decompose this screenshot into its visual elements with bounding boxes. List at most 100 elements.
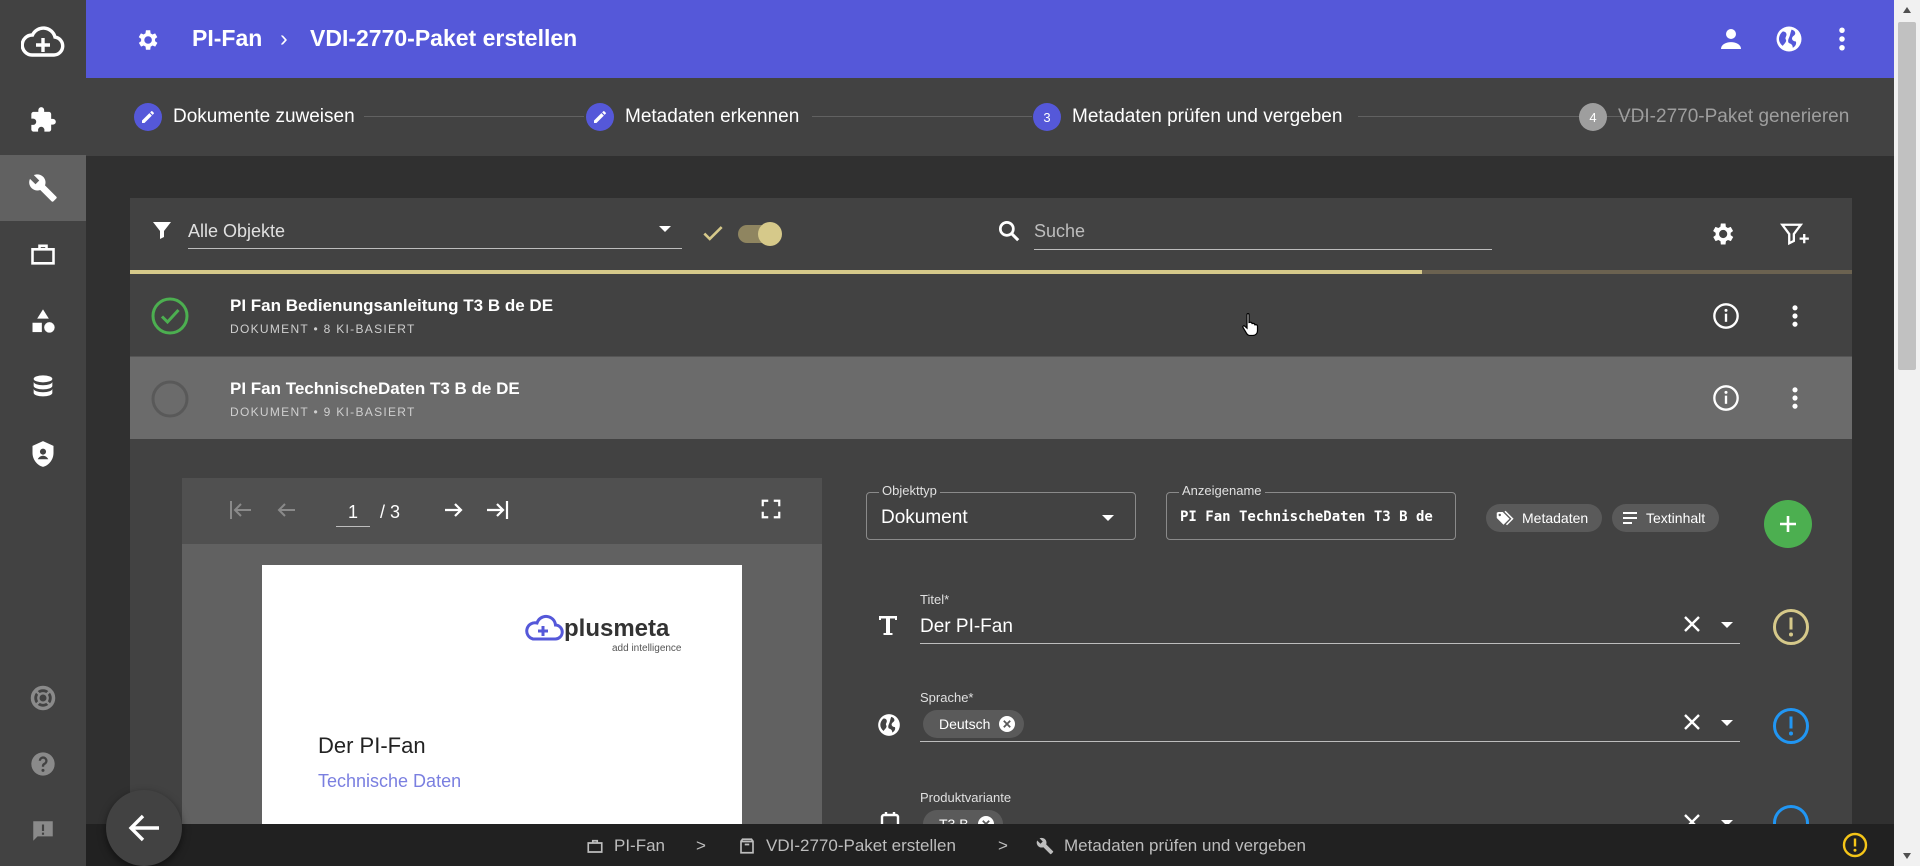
rail-projects[interactable] — [0, 221, 86, 287]
briefcase-icon — [29, 240, 57, 268]
close-icon[interactable] — [1682, 712, 1702, 732]
rail-support[interactable] — [0, 665, 86, 731]
scroll-up-icon[interactable] — [1902, 6, 1912, 14]
close-icon[interactable] — [1682, 812, 1702, 824]
close-icon[interactable] — [1682, 614, 1702, 634]
document-subtitle: DOKUMENT • 8 KI-BASIERT — [230, 322, 416, 336]
search-placeholder: Suche — [1034, 221, 1086, 241]
anzeigename-field[interactable]: Anzeigename PI Fan TechnischeDaten T3 B … — [1166, 483, 1456, 540]
rail-tools[interactable] — [0, 155, 86, 221]
step-paket-generieren[interactable]: 4 VDI-2770-Paket generieren — [1579, 102, 1849, 132]
step-label: Dokumente zuweisen — [173, 106, 355, 127]
warning-icon[interactable] — [1842, 832, 1868, 858]
component-icon — [878, 810, 902, 824]
document-title: PI Fan Bedienungsanleitung T3 B de DE — [230, 296, 554, 315]
title-icon — [878, 614, 898, 636]
last-page-icon[interactable] — [484, 498, 510, 522]
filter-add-icon[interactable] — [1780, 220, 1810, 248]
shapes-icon — [29, 307, 57, 335]
produktvariante-field[interactable]: Produktvariante T3 B — [920, 790, 1740, 824]
sprache-underline — [920, 741, 1740, 742]
caret-down-icon[interactable] — [1720, 620, 1734, 630]
footer-crumb-label: Metadaten prüfen und vergeben — [1064, 836, 1306, 855]
search-input[interactable]: Suche — [1034, 216, 1492, 250]
caret-down-icon[interactable] — [1720, 718, 1734, 728]
footer-crumb-step[interactable]: Metadaten prüfen und vergeben — [1036, 836, 1306, 856]
step-metadaten-erkennen[interactable]: Metadaten erkennen — [586, 102, 799, 132]
first-page-icon[interactable] — [228, 498, 254, 522]
more-vert-icon[interactable] — [1833, 24, 1851, 54]
more-vert-icon[interactable] — [1788, 302, 1802, 330]
objekttyp-select[interactable]: Objekttyp Dokument — [866, 483, 1136, 540]
warning-status-icon[interactable] — [1772, 608, 1810, 646]
cursor-hand-icon — [1241, 312, 1259, 336]
footer-crumb-label: PI-Fan — [614, 836, 666, 855]
account-icon[interactable] — [1716, 24, 1746, 54]
sprache-field[interactable]: Sprache* Deutsch — [920, 690, 1740, 742]
step-connector — [812, 116, 1032, 117]
gear-icon[interactable] — [1708, 220, 1736, 248]
shield-icon — [29, 440, 57, 468]
chip-close-icon[interactable] — [998, 715, 1016, 733]
step-label: VDI-2770-Paket generieren — [1618, 106, 1850, 127]
breadcrumb-project[interactable]: PI-Fan — [192, 25, 262, 52]
fullscreen-icon[interactable] — [760, 498, 782, 520]
back-button[interactable] — [106, 790, 182, 866]
rail-feedback[interactable] — [0, 798, 86, 864]
produktvariante-chip[interactable]: T3 B — [923, 810, 1003, 824]
footer-crumb-project[interactable]: PI-Fan — [586, 836, 665, 856]
page-total: / 3 — [380, 502, 401, 522]
database-icon — [29, 373, 57, 401]
list-item[interactable]: PI Fan Bedienungsanleitung T3 B de DE DO… — [130, 274, 1852, 356]
scroll-down-icon[interactable] — [1902, 852, 1912, 860]
rail-home[interactable] — [0, 10, 86, 76]
gear-icon[interactable] — [134, 27, 160, 53]
validation-toggle[interactable] — [738, 222, 782, 246]
footer-separator: > — [998, 836, 1008, 855]
list-item[interactable]: PI Fan TechnischeDaten T3 B de DE DOKUME… — [130, 357, 1852, 439]
objekttyp-value: Dokument — [881, 507, 968, 528]
rail-security[interactable] — [0, 421, 86, 487]
next-page-icon[interactable] — [442, 498, 466, 522]
status-footer: PI-Fan > VDI-2770-Paket erstellen > Meta… — [86, 824, 1894, 866]
info-status-icon[interactable] — [1772, 707, 1810, 745]
globe-icon[interactable] — [1774, 24, 1804, 54]
info-status-icon[interactable] — [1772, 804, 1810, 824]
sprache-label: Sprache* — [920, 690, 974, 705]
prev-page-icon[interactable] — [274, 498, 298, 522]
plusmeta-logo: plusmeta add intelligence — [524, 609, 684, 654]
help-icon — [29, 750, 57, 778]
edit-icon — [134, 103, 162, 131]
metadaten-tab[interactable]: Metadaten — [1486, 504, 1603, 532]
rail-help[interactable] — [0, 731, 86, 797]
step-number: 3 — [1033, 103, 1061, 131]
rail-plugins[interactable] — [0, 87, 86, 153]
page-scrollbar[interactable] — [1894, 0, 1920, 866]
footer-crumb-package[interactable]: VDI-2770-Paket erstellen — [738, 836, 956, 856]
step-metadaten-pruefen[interactable]: 3 Metadaten prüfen und vergeben — [1033, 102, 1342, 132]
add-metadata-button[interactable] — [1764, 500, 1812, 548]
titel-field[interactable]: Titel* Der PI-Fan — [920, 592, 1740, 644]
step-label: Metadaten prüfen und vergeben — [1072, 106, 1343, 127]
more-vert-icon[interactable] — [1788, 384, 1802, 412]
package-icon — [738, 837, 756, 855]
scroll-thumb[interactable] — [1898, 22, 1916, 370]
anzeigename-value: PI Fan TechnischeDaten T3 B de — [1180, 509, 1433, 525]
rail-database[interactable] — [0, 354, 86, 420]
chip-close-icon[interactable] — [977, 815, 995, 824]
rail-classes[interactable] — [0, 288, 86, 354]
object-filter-select[interactable]: Alle Objekte — [188, 216, 682, 249]
page-title: VDI-2770-Paket erstellen — [310, 25, 578, 51]
arrow-left-icon — [127, 813, 161, 843]
upload-cloud-icon — [21, 25, 65, 61]
info-icon[interactable] — [1712, 384, 1740, 412]
page-number-input[interactable]: 1 — [336, 498, 370, 527]
textinhalt-tab[interactable]: Textinhalt — [1612, 504, 1720, 532]
objekttyp-label: Objekttyp — [879, 483, 940, 498]
lifebuoy-icon — [29, 684, 57, 712]
page-input-underline — [336, 526, 370, 527]
sprache-chip[interactable]: Deutsch — [923, 710, 1025, 738]
step-dokumente-zuweisen[interactable]: Dokumente zuweisen — [134, 102, 355, 132]
filter-underline — [188, 248, 682, 249]
info-icon[interactable] — [1712, 302, 1740, 330]
